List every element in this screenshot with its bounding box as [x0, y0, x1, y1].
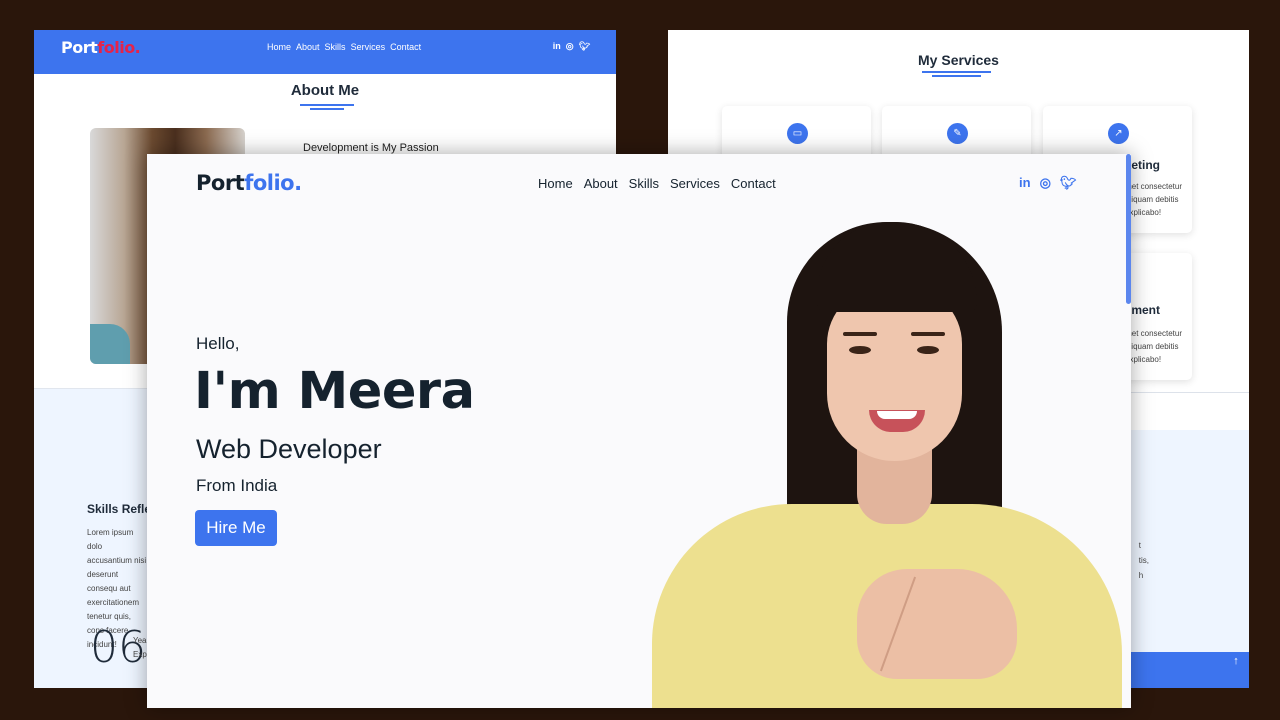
- home-menu: Home About Skills Services Contact: [538, 176, 776, 191]
- linkedin-icon[interactable]: in: [553, 41, 561, 52]
- about-nav-skills[interactable]: Skills: [325, 42, 346, 52]
- home-page-preview: Portfolio. Home About Skills Services Co…: [147, 154, 1131, 708]
- about-social-links: in ◎ 🐦︎: [553, 41, 590, 52]
- service-text-line: aliquam debitis: [1125, 195, 1179, 204]
- portrait-eye: [849, 346, 871, 354]
- about-logo-suffix: folio.: [97, 38, 141, 57]
- service-text-line: met consectetur: [1125, 329, 1182, 338]
- about-logo-prefix: Port: [61, 38, 98, 57]
- years-label-line1: Yea: [133, 636, 147, 645]
- services-title-underline: [922, 71, 991, 73]
- about-navbar: Portfolio. Home About Skills Services Co…: [34, 30, 616, 74]
- nav-home[interactable]: Home: [538, 176, 573, 191]
- band-text-line: t: [1138, 541, 1141, 550]
- band-text-line: h: [1138, 571, 1144, 580]
- service-text-line: explicabo!: [1125, 208, 1162, 217]
- services-title: My Services: [918, 52, 999, 68]
- twitter-icon[interactable]: 🐦︎: [1060, 175, 1077, 191]
- services-title-underline-short: [932, 75, 981, 77]
- portrait-eye: [917, 346, 939, 354]
- hero-location: From India: [196, 476, 278, 495]
- scroll-top-icon[interactable]: ↑: [1227, 652, 1245, 670]
- band-text: t tis, h: [1139, 538, 1149, 583]
- nav-services[interactable]: Services: [670, 176, 720, 191]
- hero-role: Web Developer: [196, 434, 382, 464]
- nav-skills[interactable]: Skills: [629, 176, 659, 191]
- portrait-face: [827, 286, 962, 461]
- nav-contact[interactable]: Contact: [731, 176, 776, 191]
- about-nav-about[interactable]: About: [296, 42, 320, 52]
- years-label: Yea Exp: [133, 634, 147, 662]
- portrait-brow: [843, 332, 877, 336]
- home-logo[interactable]: Portfolio.: [196, 171, 302, 195]
- title-underline: [300, 104, 354, 106]
- about-title: About Me: [290, 82, 360, 99]
- service-text: met consectetur aliquam debitis explicab…: [1125, 180, 1182, 219]
- about-logo[interactable]: Portfolio.: [61, 38, 141, 57]
- desktop-icon: ▭: [787, 123, 808, 144]
- portrait-hands: [857, 569, 1017, 679]
- linkedin-icon[interactable]: in: [1019, 175, 1031, 191]
- about-nav-home[interactable]: Home: [267, 42, 291, 52]
- service-text: met consectetur aliquam debitis explicab…: [1125, 327, 1182, 366]
- brush-icon: ✎: [947, 123, 968, 144]
- about-subtitle: Development is My Passion: [303, 142, 439, 154]
- instagram-icon[interactable]: ◎: [566, 41, 574, 52]
- band-text-line: tis,: [1138, 556, 1149, 565]
- home-navbar: Portfolio. Home About Skills Services Co…: [147, 154, 1131, 214]
- home-social-links: in ◎ 🐦︎: [1019, 175, 1076, 191]
- home-logo-suffix: folio.: [244, 171, 302, 195]
- instagram-icon[interactable]: ◎: [1040, 175, 1051, 191]
- hire-me-button[interactable]: Hire Me: [195, 510, 277, 546]
- service-text-line: explicabo!: [1125, 355, 1162, 364]
- title-underline-short: [310, 108, 344, 110]
- years-label-line2: Exp: [133, 650, 147, 659]
- about-nav-services[interactable]: Services: [351, 42, 386, 52]
- hero-name: I'm Meera: [194, 362, 475, 421]
- portrait-teeth: [877, 411, 917, 419]
- service-text-line: met consectetur: [1125, 182, 1182, 191]
- portrait-brow: [911, 332, 945, 336]
- hero-portrait: [647, 214, 1127, 708]
- about-nav-contact[interactable]: Contact: [390, 42, 421, 52]
- service-text-line: aliquam debitis: [1125, 342, 1179, 351]
- chart-icon: ↗: [1108, 123, 1129, 144]
- greeting: Hello,: [196, 334, 240, 353]
- twitter-icon[interactable]: 🐦︎: [579, 41, 590, 52]
- home-logo-prefix: Port: [196, 171, 245, 195]
- about-menu: Home About Skills Services Contact: [267, 42, 421, 52]
- nav-about[interactable]: About: [584, 176, 618, 191]
